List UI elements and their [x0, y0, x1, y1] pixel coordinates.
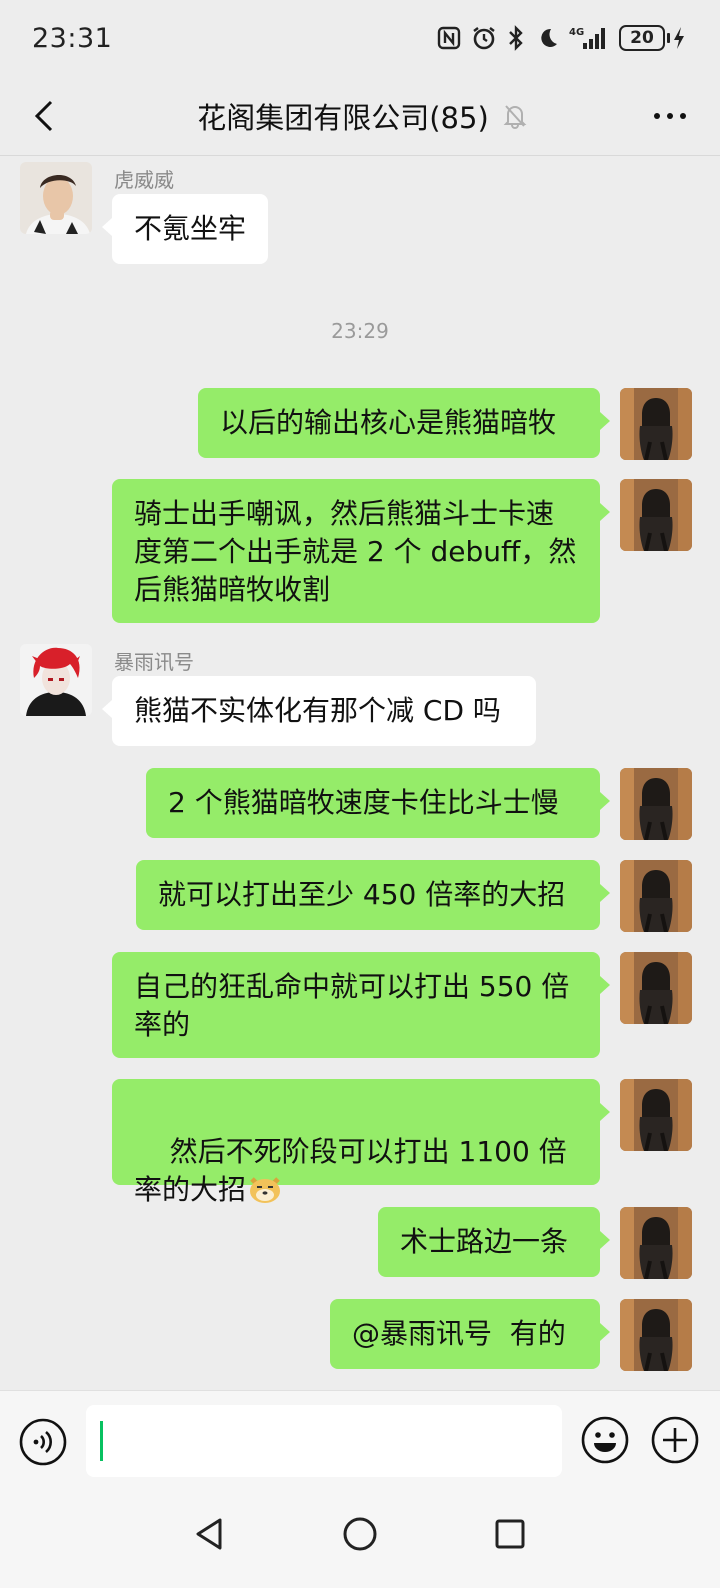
- battery-tip: [667, 33, 670, 43]
- status-bar: 23:31 4G 20: [0, 0, 720, 76]
- message-bubble-outgoing[interactable]: 自己的狂乱命中就可以打出 550 倍率的: [112, 952, 610, 1058]
- avatar-self[interactable]: [620, 768, 692, 840]
- avatar-self[interactable]: [620, 1207, 692, 1279]
- avatar-self-icon: [620, 479, 692, 551]
- avatar-self-icon: [620, 1207, 692, 1279]
- avatar-self[interactable]: [620, 388, 692, 460]
- avatar-sender-2[interactable]: [20, 644, 92, 716]
- system-navigation-bar: [0, 1494, 720, 1588]
- chat-title: 花阁集团有限公司(85): [197, 101, 489, 135]
- nfc-icon: [437, 26, 461, 50]
- avatar-self[interactable]: [620, 1079, 692, 1151]
- chat-header: 花阁集团有限公司(85): [0, 76, 720, 156]
- battery-level: 20: [619, 25, 665, 51]
- emoji-icon[interactable]: [580, 1415, 630, 1465]
- message-bubble-outgoing[interactable]: 术士路边一条: [378, 1207, 610, 1277]
- chevron-left-icon[interactable]: [28, 98, 64, 134]
- battery-indicator: 20: [619, 25, 686, 51]
- message-bubble-outgoing[interactable]: 然后不死阶段可以打出 1100 倍率的大招: [112, 1079, 610, 1206]
- avatar-sender-1[interactable]: [20, 162, 92, 234]
- message-list[interactable]: 虎威威 不氪坐牢 23:29 以后的输出核心是熊猫暗牧 骑士出手嘲讽，然后熊猫斗…: [0, 156, 720, 1390]
- message-bubble-outgoing[interactable]: 2 个熊猫暗牧速度卡住比斗士慢: [146, 768, 610, 838]
- message-bubble-outgoing[interactable]: 以后的输出核心是熊猫暗牧: [198, 388, 610, 458]
- chat-title-group[interactable]: 花阁集团有限公司(85): [197, 95, 527, 137]
- avatar-portrait-icon: [20, 162, 92, 234]
- status-time: 23:31: [32, 22, 113, 54]
- alarm-icon: [473, 27, 495, 50]
- avatar-self-icon: [620, 1079, 692, 1151]
- message-bubble-outgoing[interactable]: @暴雨讯号 有的: [330, 1299, 610, 1369]
- message-bubble-incoming[interactable]: 不氪坐牢: [101, 194, 269, 264]
- status-icons: 4G 20: [437, 25, 686, 51]
- charging-icon: [674, 27, 684, 49]
- message-text: 然后不死阶段可以打出 1100 倍率的大招: [134, 1135, 567, 1206]
- signal-4g-icon: 4G: [569, 27, 605, 49]
- nav-recent-apps-icon[interactable]: [490, 1514, 530, 1554]
- nav-home-icon[interactable]: [340, 1514, 380, 1554]
- doge-emoji-icon: [250, 1177, 281, 1203]
- nav-back-icon[interactable]: [190, 1514, 230, 1554]
- svg-text:4G: 4G: [569, 27, 584, 38]
- message-bubble-incoming[interactable]: 熊猫不实体化有那个减 CD 吗: [102, 676, 536, 746]
- avatar-self[interactable]: [620, 952, 692, 1024]
- sender-name: 暴雨讯号: [114, 650, 194, 674]
- plus-icon[interactable]: [650, 1415, 700, 1465]
- time-separator: 23:29: [331, 319, 389, 343]
- avatar-self-icon: [620, 388, 692, 460]
- bell-muted-icon: [503, 105, 527, 129]
- avatar-self[interactable]: [620, 1299, 692, 1371]
- more-dots-icon[interactable]: [650, 102, 690, 130]
- avatar-self-icon: [620, 1299, 692, 1371]
- moon-icon: [541, 28, 557, 47]
- avatar-self[interactable]: [620, 479, 692, 551]
- message-bubble-outgoing[interactable]: 骑士出手嘲讽，然后熊猫斗士卡速度第二个出手就是 2 个 debuff，然后熊猫暗…: [112, 479, 610, 623]
- message-bubble-outgoing[interactable]: 就可以打出至少 450 倍率的大招: [136, 860, 610, 930]
- text-caret: [100, 1421, 103, 1461]
- input-bar: [0, 1390, 720, 1494]
- avatar-self[interactable]: [620, 860, 692, 932]
- avatar-redhair-icon: [20, 644, 92, 716]
- avatar-self-icon: [620, 768, 692, 840]
- bluetooth-icon: [509, 25, 523, 51]
- sender-name: 虎威威: [114, 168, 174, 192]
- avatar-self-icon: [620, 952, 692, 1024]
- voice-icon[interactable]: [18, 1417, 68, 1467]
- avatar-self-icon: [620, 860, 692, 932]
- message-input[interactable]: [86, 1405, 562, 1477]
